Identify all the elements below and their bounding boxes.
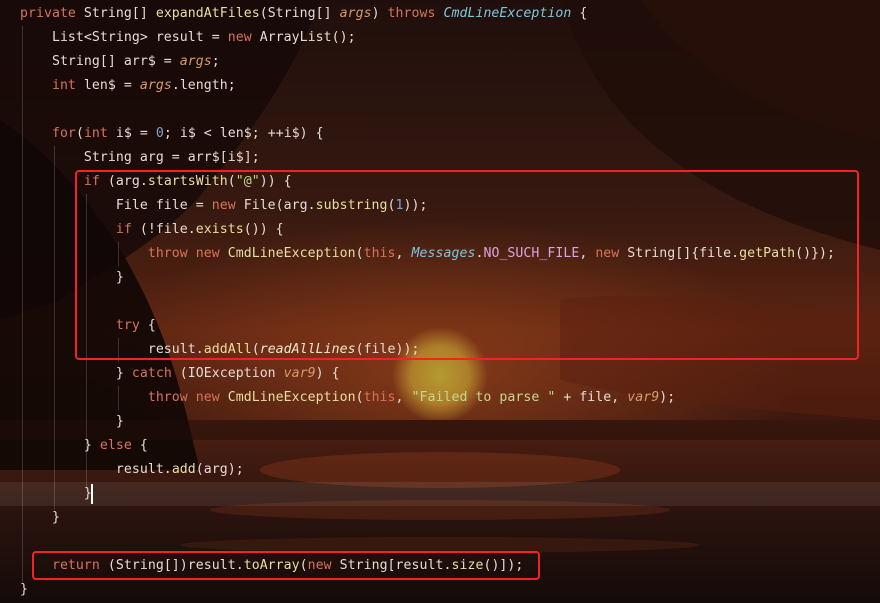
code-line[interactable]: } bbox=[20, 578, 28, 602]
code-line[interactable]: private String[] expandAtFiles(String[] … bbox=[20, 2, 587, 26]
code-token: throw new bbox=[20, 390, 228, 405]
code-token: i$ = bbox=[115, 126, 156, 141]
code-token: String arg = arr$[i$]; bbox=[20, 150, 260, 165]
code-token: String[] bbox=[83, 6, 156, 21]
code-token: 0 bbox=[155, 126, 164, 141]
code-token: else bbox=[99, 438, 140, 453]
code-token: ( bbox=[75, 126, 84, 141]
code-token: (arg); bbox=[195, 462, 244, 477]
code-line[interactable]: List<String> result = new ArrayList(); bbox=[20, 26, 356, 50]
code-token: ); bbox=[659, 390, 676, 405]
code-token: int bbox=[20, 78, 84, 93]
code-token: this bbox=[363, 390, 396, 405]
code-token: } bbox=[20, 486, 92, 501]
code-token: } bbox=[20, 414, 124, 429]
code-token: args bbox=[339, 6, 372, 21]
code-line[interactable]: } bbox=[20, 410, 124, 434]
code-token: ; i$ < len$; ++i$) { bbox=[163, 126, 324, 141]
text-caret bbox=[91, 484, 93, 504]
code-line[interactable]: } catch (IOException var9) { bbox=[20, 362, 340, 386]
code-token: List<String> result = bbox=[20, 30, 228, 45]
code-token: , bbox=[395, 390, 412, 405]
code-token: private bbox=[20, 6, 84, 21]
code-token: } bbox=[20, 366, 132, 381]
code-line[interactable]: String arg = arr$[i$]; bbox=[20, 146, 260, 170]
code-token: var9 bbox=[283, 366, 316, 381]
code-token: new bbox=[227, 30, 260, 45]
code-token: int bbox=[83, 126, 116, 141]
code-line[interactable]: } else { bbox=[20, 434, 148, 458]
code-line[interactable]: String[] arr$ = args; bbox=[20, 50, 220, 74]
code-line[interactable]: for(int i$ = 0; i$ < len$; ++i$) { bbox=[20, 122, 324, 146]
code-editor[interactable]: private String[] expandAtFiles ( String[] … bbox=[0, 0, 880, 603]
current-line-highlight bbox=[0, 482, 880, 506]
highlight-box-return-statement bbox=[32, 551, 540, 580]
code-token: expandAtFiles bbox=[155, 6, 260, 21]
code-token: String[] arr$ = bbox=[20, 54, 180, 69]
code-line[interactable]: throw new CmdLineException(this, "Failed… bbox=[20, 386, 675, 410]
code-token: .length; bbox=[171, 78, 236, 93]
code-token: "Failed to parse " bbox=[411, 390, 556, 405]
code-token: len$ = bbox=[83, 78, 140, 93]
code-token: CmdLineException bbox=[227, 390, 356, 405]
code-token: for bbox=[20, 126, 76, 141]
code-token: + file, bbox=[555, 390, 628, 405]
code-line[interactable]: int len$ = args.length; bbox=[20, 74, 236, 98]
code-token: { bbox=[571, 6, 588, 21]
code-token: args bbox=[139, 78, 172, 93]
code-line[interactable]: } bbox=[20, 482, 92, 506]
code-token: args bbox=[179, 54, 212, 69]
code-token: ) bbox=[371, 6, 388, 21]
code-token: result. bbox=[20, 462, 172, 477]
code-token: } bbox=[20, 438, 100, 453]
code-token: CmdLineException bbox=[443, 6, 572, 21]
code-token: throws bbox=[387, 6, 444, 21]
code-line[interactable]: result.add(arg); bbox=[20, 458, 244, 482]
code-token: ArrayList(); bbox=[259, 30, 356, 45]
code-token: var9 bbox=[627, 390, 660, 405]
code-line[interactable]: } bbox=[20, 506, 60, 530]
code-token: add bbox=[171, 462, 196, 477]
code-token: (IOException bbox=[179, 366, 284, 381]
code-token: } bbox=[20, 582, 28, 597]
code-token: } bbox=[20, 510, 60, 525]
highlight-box-if-block bbox=[75, 170, 859, 360]
code-token: catch bbox=[131, 366, 180, 381]
code-token: { bbox=[139, 438, 148, 453]
code-token: ; bbox=[211, 54, 220, 69]
code-token: (String[] bbox=[259, 6, 340, 21]
code-token: ) { bbox=[315, 366, 340, 381]
code-token: ( bbox=[355, 390, 364, 405]
